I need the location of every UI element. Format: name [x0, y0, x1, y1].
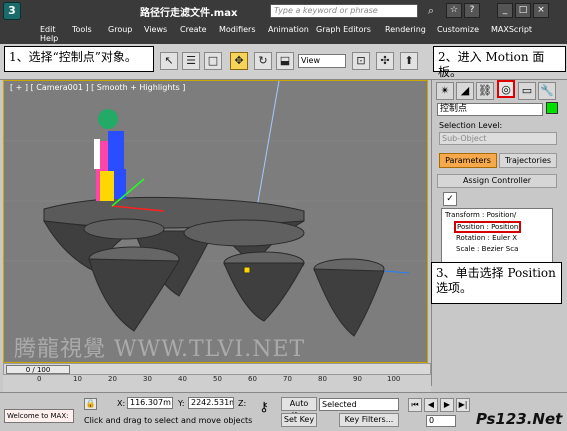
motion-tab-icon[interactable]: ◎: [497, 80, 515, 98]
selection-lock-icon[interactable]: 🔒: [84, 398, 97, 410]
utilities-tab-icon[interactable]: 🔧: [538, 82, 556, 100]
close-button[interactable]: ×: [533, 3, 549, 18]
set-key-button[interactable]: Set Key: [281, 413, 317, 427]
status-prompt: Click and drag to select and move object…: [84, 416, 253, 425]
tick-label: 80: [318, 375, 327, 383]
tick-label: 90: [353, 375, 362, 383]
tree-item-scale[interactable]: Scale : Bezier Sca: [456, 245, 518, 253]
search-input[interactable]: Type a keyword or phrase: [270, 4, 418, 18]
tick-label: 40: [178, 375, 187, 383]
tree-item-position[interactable]: Position : Position: [454, 221, 522, 233]
menu-graph-editors[interactable]: Graph Editors: [316, 25, 371, 34]
star-icon[interactable]: ☆: [446, 3, 462, 18]
tree-item-rotation[interactable]: Rotation : Euler X: [456, 234, 517, 242]
callout-step2: 2、进入 Motion 面板。: [433, 46, 566, 79]
tick-label: 20: [108, 375, 117, 383]
menu-animation[interactable]: Animation: [268, 25, 309, 34]
scene-canvas: [4, 81, 427, 337]
select-and-move-icon[interactable]: ✥: [230, 52, 248, 70]
site-logo: Ps123.Net: [476, 410, 563, 428]
menu-tools[interactable]: Tools: [72, 25, 92, 34]
previous-frame-icon[interactable]: ◀: [424, 398, 438, 412]
modify-tab-icon[interactable]: ◢: [456, 82, 474, 100]
y-label: Y:: [178, 399, 185, 408]
auto-key-button[interactable]: Auto Key: [281, 397, 317, 420]
current-frame-field[interactable]: 0: [426, 415, 456, 427]
menu-modifiers[interactable]: Modifiers: [219, 25, 256, 34]
assign-controller-icon[interactable]: ✓: [443, 192, 457, 206]
z-label: Z:: [238, 399, 247, 408]
select-and-rotate-icon[interactable]: ↻: [254, 52, 272, 70]
window-title: 路径行走滤文件.max: [140, 8, 238, 19]
maximize-button[interactable]: □: [515, 3, 531, 18]
callout-step1: 1、选择“控制点”对象。: [4, 46, 154, 72]
play-icon[interactable]: ▶: [440, 398, 454, 412]
camera-viewport[interactable]: [ + ] [ Camera001 ] [ Smooth + Highlight…: [3, 80, 428, 363]
object-color-swatch[interactable]: [546, 102, 558, 114]
select-manipulate-icon[interactable]: ✣: [376, 52, 394, 70]
maxscript-listener[interactable]: Welcome to MAX:: [4, 409, 74, 423]
key-filters-button[interactable]: Key Filters...: [339, 413, 399, 427]
tick-label: 10: [73, 375, 82, 383]
create-tab-icon[interactable]: ✴: [436, 82, 454, 100]
menu-edit[interactable]: Edit: [40, 25, 56, 34]
tick-label: 60: [248, 375, 257, 383]
key-mode-dropdown[interactable]: Selected: [319, 398, 399, 411]
y-coordinate-field[interactable]: 2242.531m: [188, 397, 234, 409]
pivot-center-icon[interactable]: ⊡: [352, 52, 370, 70]
x-label: X:: [117, 399, 126, 408]
menu-create[interactable]: Create: [180, 25, 207, 34]
keyboard-shortcut-override-icon[interactable]: ⬆: [400, 52, 418, 70]
time-slider[interactable]: 0 / 100: [3, 363, 431, 375]
object-name-field[interactable]: 控制点: [437, 103, 543, 116]
go-to-start-icon[interactable]: ⏮: [408, 398, 422, 412]
tick-label: 50: [213, 375, 222, 383]
selection-level-label: Selection Level:: [439, 121, 503, 130]
track-bar[interactable]: 0 10 20 30 40 50 60 70 80 90 100: [3, 375, 431, 392]
tick-label: 100: [387, 375, 401, 383]
watermark: 腾龍視覺 WWW.TLVI.NET: [14, 337, 306, 362]
reference-coordinate-dropdown[interactable]: View: [298, 54, 346, 68]
menu-group[interactable]: Group: [108, 25, 132, 34]
help-icon[interactable]: ?: [464, 3, 480, 18]
menu-maxscript[interactable]: MAXScript: [491, 25, 532, 34]
hierarchy-tab-icon[interactable]: ⛓: [476, 82, 494, 100]
x-coordinate-field[interactable]: 116.307m: [127, 397, 173, 409]
select-and-scale-icon[interactable]: ⬓: [276, 52, 294, 70]
next-frame-icon[interactable]: ▶|: [456, 398, 470, 412]
tab-trajectories[interactable]: Trajectories: [499, 153, 557, 168]
tab-parameters[interactable]: Parameters: [439, 153, 497, 168]
rectangular-selection-icon[interactable]: □: [204, 52, 222, 70]
select-by-name-icon[interactable]: ☰: [182, 52, 200, 70]
menu-views[interactable]: Views: [144, 25, 167, 34]
tick-label: 70: [283, 375, 292, 383]
menu-rendering[interactable]: Rendering: [385, 25, 426, 34]
binoculars-icon[interactable]: ⌕: [423, 3, 439, 19]
sub-object-dropdown[interactable]: Sub-Object: [439, 132, 557, 145]
assign-controller-rollout[interactable]: Assign Controller: [437, 174, 557, 188]
set-key-icon[interactable]: ⚷: [253, 400, 275, 416]
time-slider-thumb[interactable]: 0 / 100: [6, 365, 70, 374]
tree-item-transform[interactable]: Transform : Position/: [445, 211, 516, 219]
menu-help[interactable]: Help: [40, 34, 58, 43]
display-tab-icon[interactable]: ▭: [518, 82, 536, 100]
app-logo[interactable]: 3: [3, 2, 21, 20]
tick-label: 30: [143, 375, 152, 383]
tick-label: 0: [37, 375, 42, 383]
menu-bar: Edit Tools Group Views Create Modifiers …: [0, 22, 567, 44]
minimize-button[interactable]: _: [497, 3, 513, 18]
menu-customize[interactable]: Customize: [437, 25, 479, 34]
select-object-icon[interactable]: ↖: [160, 52, 178, 70]
robot-figure: [94, 109, 126, 201]
callout-step3: 3、单击选择 Position 选项。: [431, 262, 562, 304]
